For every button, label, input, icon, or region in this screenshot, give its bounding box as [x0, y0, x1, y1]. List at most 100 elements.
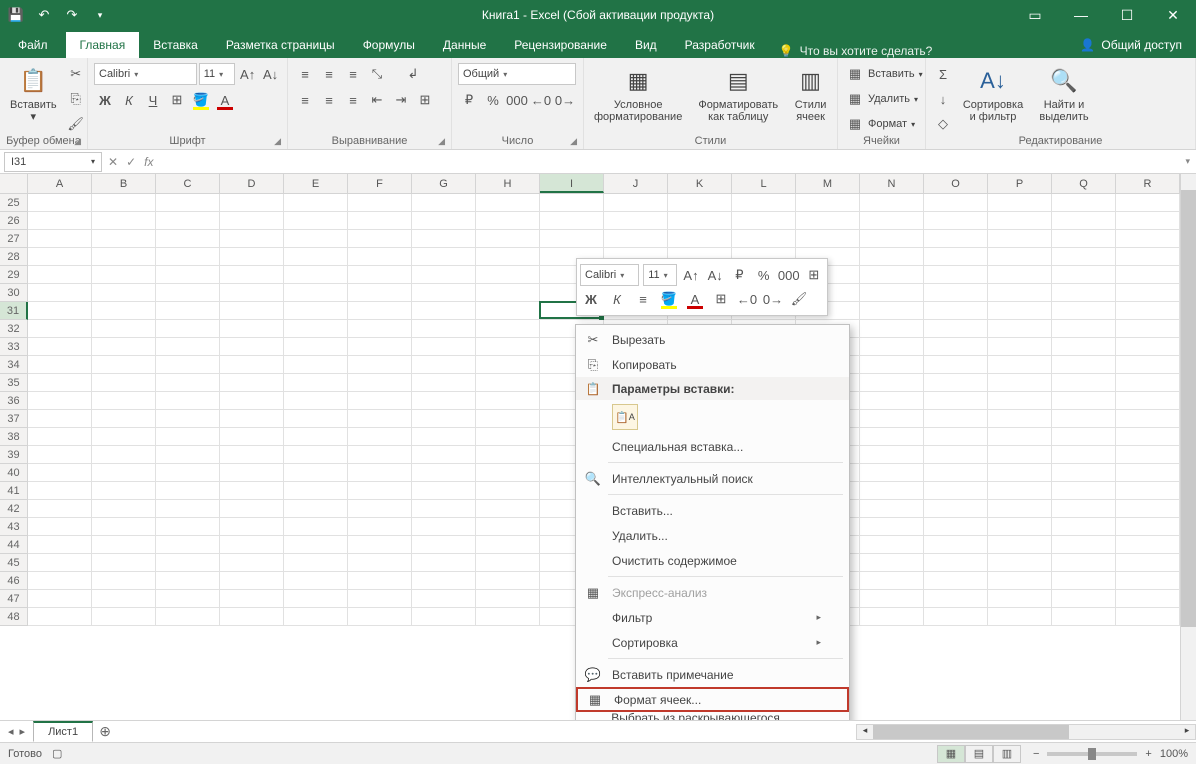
- cell-Q29[interactable]: [1052, 266, 1116, 284]
- cell-G31[interactable]: [412, 302, 476, 320]
- cell-H30[interactable]: [476, 284, 540, 302]
- cell-A35[interactable]: [28, 374, 92, 392]
- cell-C31[interactable]: [156, 302, 220, 320]
- cell-C32[interactable]: [156, 320, 220, 338]
- cell-F34[interactable]: [348, 356, 412, 374]
- cell-P39[interactable]: [988, 446, 1052, 464]
- ctx-paste-default[interactable]: 📋A: [612, 404, 638, 430]
- cell-P26[interactable]: [988, 212, 1052, 230]
- row-header-32[interactable]: 32: [0, 320, 28, 338]
- cell-N35[interactable]: [860, 374, 924, 392]
- cell-B45[interactable]: [92, 554, 156, 572]
- cell-O41[interactable]: [924, 482, 988, 500]
- cell-P25[interactable]: [988, 194, 1052, 212]
- cell-N31[interactable]: [860, 302, 924, 320]
- undo-icon[interactable]: ↶: [34, 5, 54, 25]
- cell-H46[interactable]: [476, 572, 540, 590]
- cell-R34[interactable]: [1116, 356, 1180, 374]
- format-cells-button[interactable]: ▦Формат▾: [844, 113, 923, 135]
- row-header-47[interactable]: 47: [0, 590, 28, 608]
- cell-N26[interactable]: [860, 212, 924, 230]
- number-format-combo[interactable]: Общий▾: [458, 63, 576, 85]
- cell-A38[interactable]: [28, 428, 92, 446]
- cell-A43[interactable]: [28, 518, 92, 536]
- cell-E40[interactable]: [284, 464, 348, 482]
- cell-B40[interactable]: [92, 464, 156, 482]
- col-header-K[interactable]: K: [668, 174, 732, 193]
- cell-P44[interactable]: [988, 536, 1052, 554]
- cell-A45[interactable]: [28, 554, 92, 572]
- cell-D45[interactable]: [220, 554, 284, 572]
- cell-B26[interactable]: [92, 212, 156, 230]
- horizontal-scrollbar[interactable]: ◂▸: [856, 724, 1196, 740]
- cell-D29[interactable]: [220, 266, 284, 284]
- cell-D44[interactable]: [220, 536, 284, 554]
- col-header-H[interactable]: H: [476, 174, 540, 193]
- row-header-30[interactable]: 30: [0, 284, 28, 302]
- font-name-combo[interactable]: Calibri▾: [94, 63, 197, 85]
- col-header-D[interactable]: D: [220, 174, 284, 193]
- cell-N30[interactable]: [860, 284, 924, 302]
- cell-E38[interactable]: [284, 428, 348, 446]
- percent-format-icon[interactable]: %: [482, 89, 504, 111]
- name-box[interactable]: I31▾: [4, 152, 102, 172]
- cell-O48[interactable]: [924, 608, 988, 626]
- dialog-launcher-icon[interactable]: ◢: [274, 136, 281, 147]
- cell-D34[interactable]: [220, 356, 284, 374]
- cell-N41[interactable]: [860, 482, 924, 500]
- row-header-39[interactable]: 39: [0, 446, 28, 464]
- row-header-34[interactable]: 34: [0, 356, 28, 374]
- sheet-nav-next-icon[interactable]: ▸: [20, 725, 26, 738]
- cell-R38[interactable]: [1116, 428, 1180, 446]
- cell-R40[interactable]: [1116, 464, 1180, 482]
- cell-P43[interactable]: [988, 518, 1052, 536]
- cell-O27[interactable]: [924, 230, 988, 248]
- cell-R46[interactable]: [1116, 572, 1180, 590]
- cell-H45[interactable]: [476, 554, 540, 572]
- cell-H34[interactable]: [476, 356, 540, 374]
- cell-N48[interactable]: [860, 608, 924, 626]
- cell-Q32[interactable]: [1052, 320, 1116, 338]
- row-header-31[interactable]: 31: [0, 302, 28, 320]
- ctx-sort[interactable]: Сортировка▸: [576, 630, 849, 655]
- mini-bold-icon[interactable]: Ж: [580, 288, 602, 310]
- ctx-cut[interactable]: ✂Вырезать: [576, 327, 849, 352]
- cell-B25[interactable]: [92, 194, 156, 212]
- cell-B29[interactable]: [92, 266, 156, 284]
- col-header-P[interactable]: P: [988, 174, 1052, 193]
- select-all-corner[interactable]: [0, 174, 28, 193]
- cell-F30[interactable]: [348, 284, 412, 302]
- cell-G43[interactable]: [412, 518, 476, 536]
- cell-N32[interactable]: [860, 320, 924, 338]
- cell-F46[interactable]: [348, 572, 412, 590]
- mini-font-combo[interactable]: Calibri▾: [580, 264, 639, 286]
- mini-dec-decimal-icon[interactable]: ←0: [736, 288, 758, 310]
- cell-C34[interactable]: [156, 356, 220, 374]
- ribbon-options-icon[interactable]: ▭: [1012, 0, 1058, 30]
- increase-indent-icon[interactable]: ⇥: [390, 89, 412, 111]
- tell-me[interactable]: 💡 Что вы хотите сделать?: [779, 44, 933, 58]
- cell-H37[interactable]: [476, 410, 540, 428]
- cancel-formula-icon[interactable]: ✕: [108, 155, 118, 169]
- cell-A44[interactable]: [28, 536, 92, 554]
- cell-D30[interactable]: [220, 284, 284, 302]
- row-header-27[interactable]: 27: [0, 230, 28, 248]
- cell-R31[interactable]: [1116, 302, 1180, 320]
- row-header-33[interactable]: 33: [0, 338, 28, 356]
- cell-Q33[interactable]: [1052, 338, 1116, 356]
- cell-styles-button[interactable]: ▥Стили ячеек: [790, 63, 831, 125]
- cell-A46[interactable]: [28, 572, 92, 590]
- vertical-scrollbar[interactable]: [1180, 174, 1196, 720]
- cell-D35[interactable]: [220, 374, 284, 392]
- enter-formula-icon[interactable]: ✓: [126, 155, 136, 169]
- cell-R29[interactable]: [1116, 266, 1180, 284]
- cell-F25[interactable]: [348, 194, 412, 212]
- cell-N43[interactable]: [860, 518, 924, 536]
- cell-B38[interactable]: [92, 428, 156, 446]
- cell-E43[interactable]: [284, 518, 348, 536]
- cell-R25[interactable]: [1116, 194, 1180, 212]
- cell-G36[interactable]: [412, 392, 476, 410]
- cell-Q36[interactable]: [1052, 392, 1116, 410]
- cell-O28[interactable]: [924, 248, 988, 266]
- cell-Q41[interactable]: [1052, 482, 1116, 500]
